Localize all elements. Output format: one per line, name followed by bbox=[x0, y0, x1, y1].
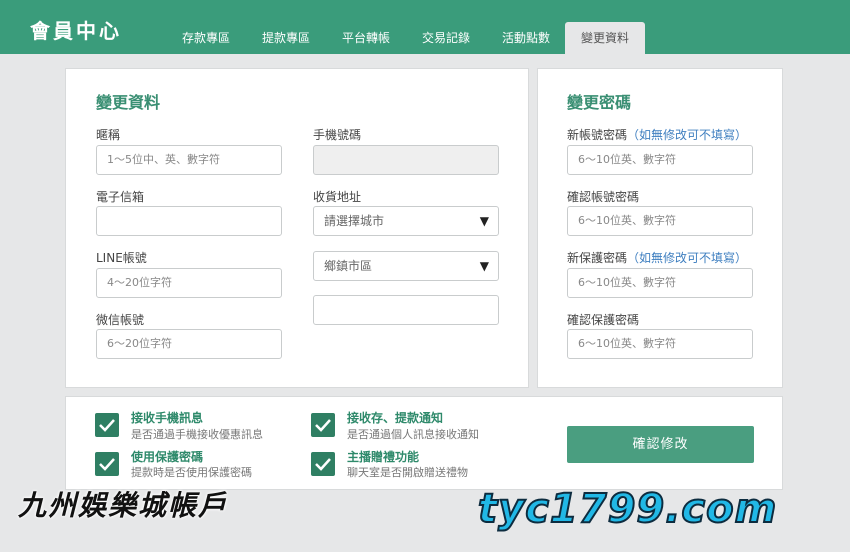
confirm-account-password-label: 確認帳號密碼 bbox=[567, 190, 640, 204]
wechat-input[interactable]: 6～20位字符 bbox=[96, 329, 282, 359]
check-icon bbox=[99, 458, 115, 471]
city-select-value: 請選擇城市 bbox=[324, 214, 385, 228]
phone-label: 手機號碼 bbox=[313, 128, 362, 142]
check-icon bbox=[315, 419, 331, 432]
dropdown-arrow-icon: ▼ bbox=[479, 259, 489, 273]
member-center-title: 會員中心 bbox=[30, 19, 122, 43]
top-header: 會員中心 存款專區 提款專區 平台轉帳 交易記錄 活動點數 變更資料 bbox=[0, 0, 850, 54]
password-panel-title: 變更密碼 bbox=[567, 93, 632, 112]
tab-points[interactable]: 活動點數 bbox=[490, 22, 562, 54]
new-protect-password-input[interactable]: 6～10位英、數字符 bbox=[567, 268, 753, 298]
tab-transfer[interactable]: 平台轉帳 bbox=[330, 22, 402, 54]
phone-input bbox=[313, 145, 499, 175]
gift-option-desc: 聊天室是否開啟贈送禮物 bbox=[347, 466, 468, 479]
profile-panel-title: 變更資料 bbox=[96, 93, 161, 112]
notify-option-desc: 是否通過個人訊息接收通知 bbox=[347, 428, 479, 441]
dropdown-arrow-icon: ▼ bbox=[479, 214, 489, 228]
confirm-button[interactable]: 確認修改 bbox=[567, 426, 754, 463]
line-input[interactable]: 4～20位字符 bbox=[96, 268, 282, 298]
new-protect-password-label-text: 新保護密碼 bbox=[567, 251, 628, 265]
address-detail-input[interactable] bbox=[313, 295, 499, 325]
sms-checkbox[interactable] bbox=[95, 413, 119, 437]
new-account-password-input[interactable]: 6～10位英、數字符 bbox=[567, 145, 753, 175]
new-account-password-label-text: 新帳號密碼 bbox=[567, 128, 628, 142]
check-icon bbox=[99, 419, 115, 432]
tab-transactions[interactable]: 交易記錄 bbox=[410, 22, 482, 54]
email-label: 電子信箱 bbox=[96, 190, 145, 204]
tab-deposit[interactable]: 存款專區 bbox=[170, 22, 242, 54]
nickname-label: 暱稱 bbox=[96, 128, 121, 142]
confirm-account-password-input[interactable]: 6～10位英、數字符 bbox=[567, 206, 753, 236]
protect-password-checkbox[interactable] bbox=[95, 452, 119, 476]
sms-option-desc: 是否通過手機接收優惠訊息 bbox=[131, 428, 263, 441]
check-icon bbox=[315, 458, 331, 471]
notify-checkbox[interactable] bbox=[311, 413, 335, 437]
notify-option-title: 接收存、提款通知 bbox=[347, 411, 444, 425]
optional-note: （如無修改可不填寫） bbox=[627, 251, 748, 265]
email-input[interactable] bbox=[96, 206, 282, 236]
confirm-protect-password-label: 確認保護密碼 bbox=[567, 313, 640, 327]
new-protect-password-label: 新保護密碼（如無修改可不填寫） bbox=[567, 249, 747, 266]
wechat-label: 微信帳號 bbox=[96, 313, 145, 327]
optional-note: （如無修改可不填寫） bbox=[627, 128, 748, 142]
tab-change-profile[interactable]: 變更資料 bbox=[565, 22, 645, 54]
address-label: 收貨地址 bbox=[313, 190, 362, 204]
caption-right: tyc1799.com bbox=[477, 485, 778, 533]
gift-checkbox[interactable] bbox=[311, 452, 335, 476]
confirm-protect-password-input[interactable]: 6～10位英、數字符 bbox=[567, 329, 753, 359]
district-select-value: 鄉鎮市區 bbox=[324, 259, 373, 273]
protect-password-option-title: 使用保護密碼 bbox=[131, 450, 204, 464]
gift-option-title: 主播贈禮功能 bbox=[347, 450, 420, 464]
caption-left: 九州娛樂城帳戶 bbox=[18, 489, 229, 522]
sms-option-title: 接收手機訊息 bbox=[131, 411, 204, 425]
protect-password-option-desc: 提款時是否使用保護密碼 bbox=[131, 466, 252, 479]
new-account-password-label: 新帳號密碼（如無修改可不填寫） bbox=[567, 126, 747, 143]
tab-withdraw[interactable]: 提款專區 bbox=[250, 22, 322, 54]
nickname-input[interactable]: 1～5位中、英、數字符 bbox=[96, 145, 282, 175]
line-label: LINE帳號 bbox=[96, 251, 147, 265]
city-select[interactable]: 請選擇城市 ▼ bbox=[313, 206, 499, 236]
district-select[interactable]: 鄉鎮市區 ▼ bbox=[313, 251, 499, 281]
